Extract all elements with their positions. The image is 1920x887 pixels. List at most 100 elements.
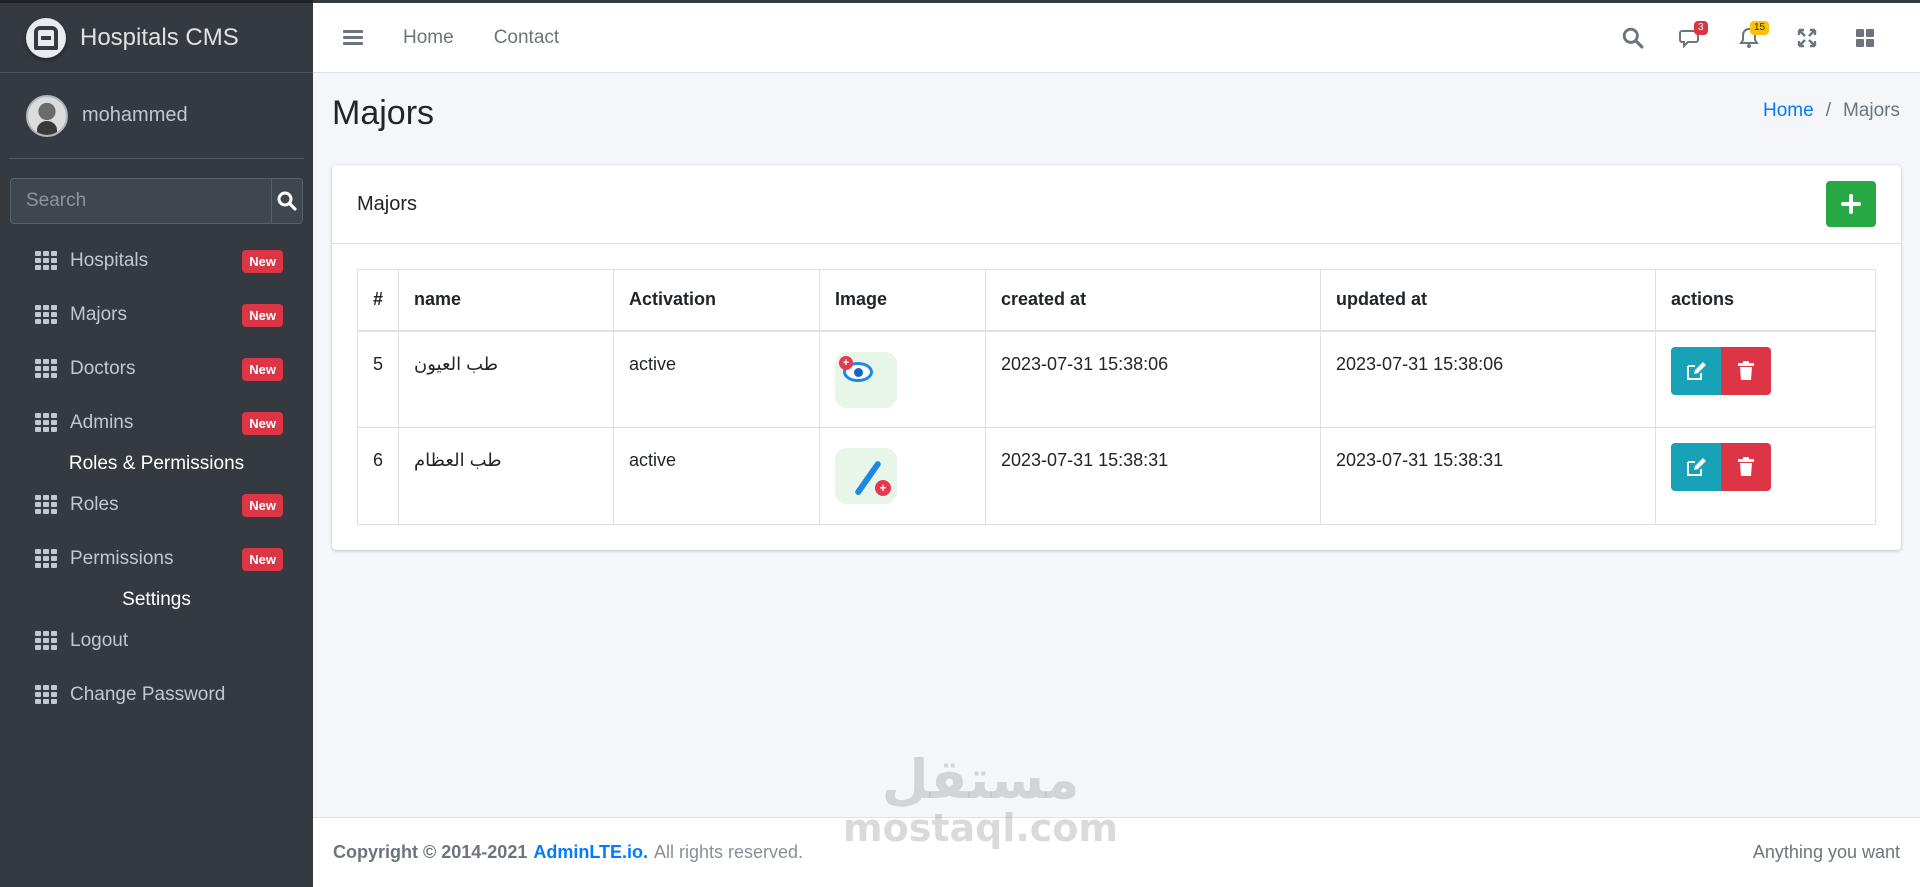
sidebar-item-hospitals[interactable]: Hospitals New <box>0 234 313 288</box>
trash-icon <box>1738 360 1755 380</box>
sidebar-item-label: Roles <box>70 494 119 515</box>
nav-link-contact[interactable]: Contact <box>494 27 559 49</box>
grid-icon <box>35 631 57 651</box>
cell-activation: active <box>613 427 821 525</box>
notifications-dropdown[interactable]: 15 <box>1720 18 1778 58</box>
fullscreen-button[interactable] <box>1778 18 1836 58</box>
grid-icon <box>35 495 57 515</box>
delete-button[interactable] <box>1721 346 1772 395</box>
cell-updated-at: 2023-07-31 15:38:06 <box>1320 330 1657 428</box>
search-button[interactable] <box>271 179 302 223</box>
menu-toggle-icon[interactable] <box>343 27 363 48</box>
cell-name: طب العظام <box>398 427 615 525</box>
cell-actions <box>1655 427 1876 525</box>
sidebar-item-roles[interactable]: Roles New <box>0 478 313 532</box>
breadcrumb-current: Majors <box>1842 100 1900 121</box>
nav-link-home[interactable]: Home <box>403 27 454 49</box>
crutch-medical-icon: + <box>835 448 898 504</box>
trash-icon <box>1738 457 1755 476</box>
breadcrumb-separator: / <box>1825 100 1831 121</box>
sidebar-item-doctors[interactable]: Doctors New <box>0 342 313 396</box>
sidebar-item-permissions[interactable]: Permissions New <box>0 532 313 586</box>
cell-image: + <box>819 427 987 525</box>
brand-logo-icon <box>26 17 66 58</box>
search-icon <box>1622 27 1644 48</box>
table-header-row: # name Activation Image created at updat… <box>356 269 1876 332</box>
sidebar-item-label: Logout <box>70 630 129 651</box>
cell-created-at: 2023-07-31 15:38:31 <box>985 427 1322 525</box>
search-icon <box>277 191 297 211</box>
plus-icon <box>1841 194 1861 214</box>
watermark-arabic: مستقل <box>881 748 1080 811</box>
messages-dropdown[interactable]: 3 <box>1662 18 1720 58</box>
notifications-count-badge: 15 <box>1750 20 1770 35</box>
sidebar-item-majors[interactable]: Majors New <box>0 288 313 342</box>
new-badge: New <box>242 303 283 327</box>
new-badge: New <box>242 249 283 273</box>
breadcrumb: Home / Majors <box>1763 100 1900 122</box>
grid-icon <box>35 305 57 325</box>
card-header: Majors <box>332 165 1901 244</box>
column-header-id: # <box>356 269 400 332</box>
delete-button[interactable] <box>1721 443 1772 491</box>
majors-table: # name Activation Image created at updat… <box>356 269 1876 525</box>
sidebar-item-label: Majors <box>70 304 128 325</box>
edit-button[interactable] <box>1671 443 1722 491</box>
add-major-button[interactable] <box>1826 181 1876 227</box>
page-title: Majors <box>332 94 435 132</box>
sidebar-item-label: Admins <box>70 412 134 433</box>
grid-icon <box>35 251 57 271</box>
content-wrapper: Majors Home / Majors Majors # name Activ… <box>313 74 1920 817</box>
cell-id: 5 <box>356 330 400 428</box>
th-large-icon <box>1856 28 1874 47</box>
edit-button[interactable] <box>1671 346 1722 395</box>
sidebar-item-admins[interactable]: Admins New <box>0 396 313 450</box>
grid-icon <box>35 413 57 433</box>
grid-icon <box>35 359 57 379</box>
new-badge: New <box>242 547 283 571</box>
cell-actions <box>1655 330 1876 428</box>
grid-icon <box>35 549 57 569</box>
nav-header-settings: Settings <box>122 589 191 610</box>
messages-count-badge: 3 <box>1694 20 1708 35</box>
cell-created-at: 2023-07-31 15:38:06 <box>985 330 1322 428</box>
footer-rights: All rights reserved. <box>654 842 804 862</box>
sidebar-item-label: Doctors <box>70 358 136 379</box>
sidebar-item-label: Permissions <box>70 548 174 569</box>
sidebar-search <box>10 178 303 224</box>
user-panel: mohammed <box>9 73 304 159</box>
brand-link[interactable]: Hospitals CMS <box>0 3 313 73</box>
column-header-activation: Activation <box>613 269 821 332</box>
sidebar-item-label: Hospitals <box>70 250 149 271</box>
footer-right-text: Anything you want <box>1752 842 1900 862</box>
nav-header-roles-permissions: Roles & Permissions <box>68 453 245 474</box>
watermark-latin: mostaql.com <box>843 806 1119 850</box>
cell-image: + <box>819 330 987 428</box>
table-row: 5 طب العيون active + 2023-07-31 15:38:06… <box>356 330 1876 428</box>
expand-arrows-icon <box>1797 28 1817 47</box>
sidebar-item-change-password[interactable]: Change Password <box>0 668 313 722</box>
column-header-image: Image <box>819 269 987 332</box>
top-navbar: Home Contact 3 15 <box>313 0 1920 73</box>
cell-id: 6 <box>356 427 400 525</box>
sidebar-item-logout[interactable]: Logout <box>0 614 313 668</box>
edit-icon <box>1687 361 1707 380</box>
brand-title: Hospitals CMS <box>80 23 239 51</box>
eye-medical-icon: + <box>835 351 898 408</box>
main-sidebar: Hospitals CMS mohammed Hospitals New Maj… <box>0 0 313 887</box>
new-badge: New <box>242 493 283 517</box>
search-input[interactable] <box>11 179 271 223</box>
footer-copyright: Copyright © 2014-2021 <box>333 842 528 862</box>
new-badge: New <box>242 411 283 435</box>
column-header-name: name <box>398 269 615 332</box>
avatar[interactable] <box>26 94 68 137</box>
mostaql-watermark: مستقل mostaql.com <box>843 748 1119 850</box>
control-sidebar-button[interactable] <box>1836 18 1894 58</box>
cell-name: طب العيون <box>398 330 615 428</box>
majors-card: Majors # name Activation Image created a… <box>332 165 1901 550</box>
navbar-search-button[interactable] <box>1604 18 1662 58</box>
footer-adminlte-link[interactable]: AdminLTE.io. <box>533 842 648 863</box>
cell-updated-at: 2023-07-31 15:38:31 <box>1320 427 1657 525</box>
breadcrumb-home[interactable]: Home <box>1763 100 1814 122</box>
username[interactable]: mohammed <box>82 104 188 127</box>
